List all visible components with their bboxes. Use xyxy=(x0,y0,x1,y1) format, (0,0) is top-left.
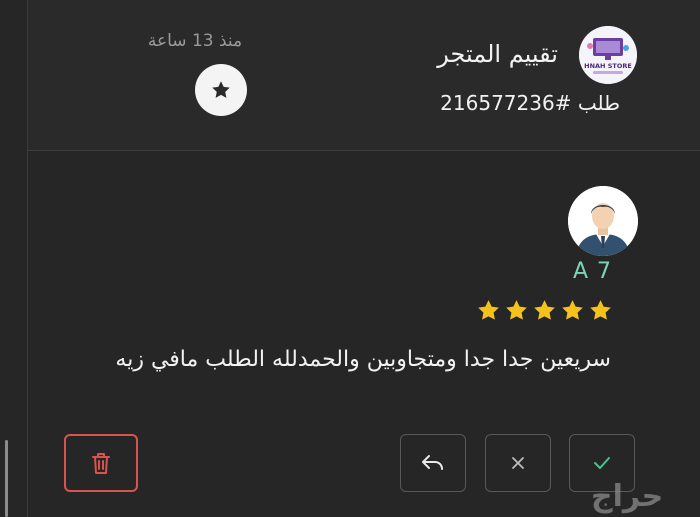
star-icon xyxy=(590,300,611,320)
review-card: HNAH STORE تقييم المتجر طلب #216577236 م… xyxy=(27,0,700,517)
reply-icon xyxy=(422,455,443,470)
scrollbar[interactable] xyxy=(5,440,8,517)
check-icon xyxy=(594,457,610,469)
watermark: حراج xyxy=(591,479,664,514)
star-icon xyxy=(534,300,555,320)
star-icon xyxy=(506,300,527,320)
store-logo: HNAH STORE xyxy=(579,26,637,84)
close-icon xyxy=(512,457,524,469)
trash-icon xyxy=(92,453,110,474)
logo-wordmark: HNAH STORE xyxy=(584,62,632,70)
reply-button[interactable] xyxy=(400,434,466,492)
reviewer-name: A 7 xyxy=(572,259,612,284)
store-rating-badge xyxy=(195,64,247,116)
star-icon xyxy=(478,300,499,320)
delete-button[interactable] xyxy=(64,434,138,492)
timestamp: منذ 13 ساعة xyxy=(147,31,243,51)
star-icon xyxy=(562,300,583,320)
reject-button[interactable] xyxy=(485,434,551,492)
review-header: HNAH STORE تقييم المتجر طلب #216577236 م… xyxy=(28,0,700,151)
review-text: سريعين جدا جدا ومتجاوبين والحمدلله الطلب… xyxy=(115,347,611,372)
star-icon xyxy=(212,81,230,98)
reviewer-avatar xyxy=(568,186,638,256)
order-number[interactable]: طلب #216577236 xyxy=(440,91,620,115)
rating-stars xyxy=(476,298,613,328)
page-title: تقييم المتجر xyxy=(437,40,558,68)
